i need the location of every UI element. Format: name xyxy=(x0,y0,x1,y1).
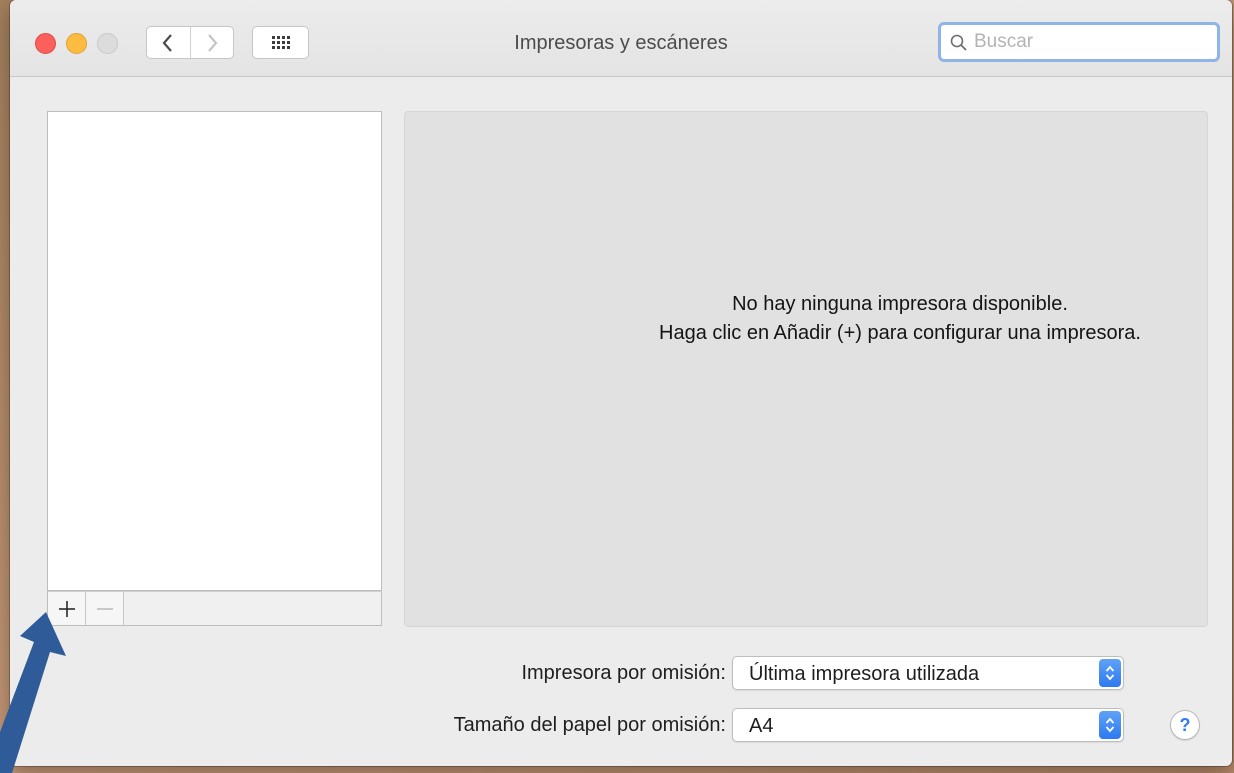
popup-stepper-icon xyxy=(1099,711,1121,739)
show-all-button[interactable] xyxy=(252,26,309,59)
default-printer-label: Impresora por omisión: xyxy=(521,662,726,684)
search-icon xyxy=(950,34,967,51)
printer-detail-pane: No hay ninguna impresora disponible. Hag… xyxy=(404,111,1208,627)
minimize-window-button[interactable] xyxy=(66,33,87,54)
close-window-button[interactable] xyxy=(35,33,56,54)
back-forward-group xyxy=(146,26,234,59)
printers-scanners-window: Impresoras y escáneres No hay ninguna im… xyxy=(10,0,1232,766)
chevron-left-icon xyxy=(162,33,173,52)
remove-printer-button[interactable] xyxy=(86,592,124,625)
search-input[interactable] xyxy=(974,31,1194,53)
search-field[interactable] xyxy=(938,22,1220,62)
empty-message-line-2: Haga clic en Añadir (+) para configurar … xyxy=(659,322,1141,344)
help-button[interactable]: ? xyxy=(1170,710,1200,740)
paper-size-row: Tamaño del papel por omisión: A4 xyxy=(10,708,1232,742)
default-printer-value: Última impresora utilizada xyxy=(749,663,980,685)
popup-stepper-icon xyxy=(1099,659,1121,687)
default-printer-popup[interactable]: Última impresora utilizada xyxy=(732,656,1124,690)
toolbar-spacer xyxy=(124,592,381,625)
paper-size-label: Tamaño del papel por omisión: xyxy=(453,714,726,736)
printer-list[interactable] xyxy=(47,111,382,591)
help-icon: ? xyxy=(1179,714,1191,735)
show-all-grid-icon xyxy=(271,35,290,49)
printer-list-toolbar xyxy=(47,591,382,626)
default-printer-row: Impresora por omisión: Última impresora … xyxy=(10,656,1232,690)
back-button[interactable] xyxy=(147,27,190,58)
forward-button[interactable] xyxy=(189,27,234,58)
title-bar: Impresoras y escáneres xyxy=(10,0,1232,77)
annotation-arrow-icon xyxy=(0,612,66,773)
minus-icon xyxy=(96,607,113,610)
paper-size-popup[interactable]: A4 xyxy=(732,708,1124,742)
chevron-right-icon xyxy=(207,33,218,52)
empty-message-line-1: No hay ninguna impresora disponible. xyxy=(732,293,1068,315)
paper-size-value: A4 xyxy=(749,715,774,737)
zoom-window-button[interactable] xyxy=(97,33,118,54)
